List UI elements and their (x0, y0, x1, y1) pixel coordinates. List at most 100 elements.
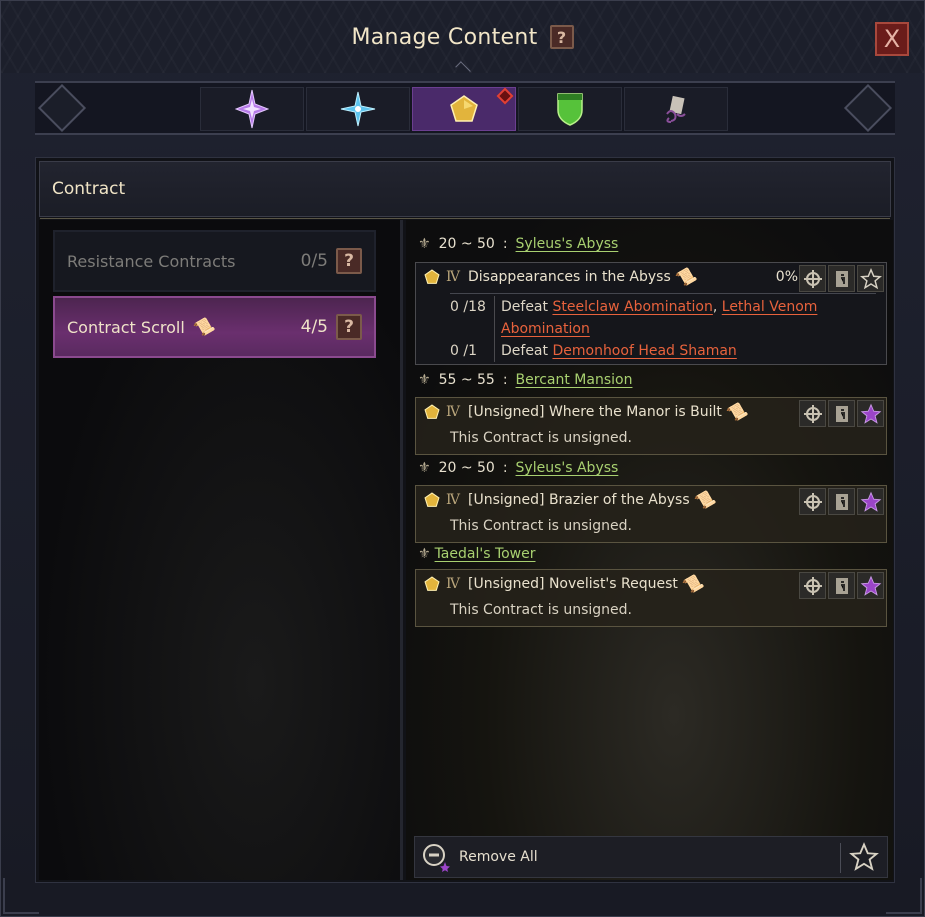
target-link[interactable]: Abomination (501, 321, 590, 337)
locate-button[interactable] (799, 488, 826, 515)
group-header: ⚜ 55 ~ 55 : Bercant Mansion (418, 372, 633, 388)
contract-note: This Contract is unsigned. (450, 602, 633, 618)
new-badge-icon (496, 87, 514, 105)
zone-link[interactable]: Taedal's Tower (435, 546, 536, 562)
contract-note: This Contract is unsigned. (450, 430, 633, 446)
objective-row: 0 /18 Defeat Steelclaw Abomination, Leth… (416, 296, 886, 340)
favorites-filter-button[interactable] (849, 842, 879, 876)
rank-numeral: Ⅳ (446, 404, 460, 420)
group-header: ⚜ 20 ~ 50 : Syleus's Abyss (418, 460, 619, 476)
completion-percent: 0% (775, 269, 798, 285)
level-range: 20 ~ 50 (438, 460, 495, 476)
contract-info-button[interactable] (828, 488, 855, 515)
tab-contracts[interactable] (412, 87, 516, 131)
blue-star-icon (340, 91, 376, 127)
frame-corner-ornament (3, 878, 39, 914)
objective-verb: Defeat (501, 343, 549, 359)
zone-link[interactable]: Syleus's Abyss (516, 460, 619, 476)
contract-info-button[interactable] (828, 572, 855, 599)
category-resistance-contracts[interactable]: Resistance Contracts 0/5 ? (53, 230, 376, 292)
contract-title: [Unsigned] Where the Manor is Built (468, 404, 722, 420)
content-frame: Contract Resistance Contracts 0/5 ? Cont… (35, 157, 895, 883)
crosshair-icon (803, 576, 822, 595)
target-link[interactable]: Demonhoof Head Shaman (552, 343, 736, 359)
category-count: 4/5 (300, 317, 328, 337)
gold-pentagon-icon (424, 576, 440, 591)
contract-title: [Unsigned] Brazier of the Abyss (468, 492, 690, 508)
locate-button[interactable] (799, 265, 826, 292)
contract-info-button[interactable] (828, 265, 855, 292)
window-title: Manage Content (351, 24, 538, 50)
tab-blue-star[interactable] (306, 87, 410, 131)
gold-pentagon-icon (424, 269, 440, 284)
close-icon: X (883, 25, 901, 53)
help-button[interactable]: ? (549, 25, 574, 49)
crosshair-icon (803, 269, 822, 288)
locate-button[interactable] (799, 400, 826, 427)
category-contract-scroll[interactable]: Contract Scroll 📜 4/5 ? (53, 296, 376, 358)
contract-title: [Unsigned] Novelist's Request (468, 576, 678, 592)
level-range: 20 ~ 50 (438, 236, 495, 252)
tabstrip-right-ornament (843, 83, 893, 133)
gold-pentagon-icon (450, 95, 478, 122)
contract-note: This Contract is unsigned. (450, 518, 633, 534)
group-header: ⚜ 20 ~ 50 : Syleus's Abyss (418, 236, 619, 252)
target-link[interactable]: Lethal Venom (722, 299, 818, 315)
scroll-info-icon (835, 405, 848, 422)
level-range: 55 ~ 55 (438, 372, 495, 388)
category-count: 0/5 (300, 251, 328, 271)
fleur-icon: ⚜ (418, 372, 431, 388)
zone-link[interactable]: Syleus's Abyss (516, 236, 619, 252)
favorite-toggle[interactable] (857, 400, 884, 427)
contract-info-button[interactable] (828, 400, 855, 427)
favorite-toggle[interactable] (857, 265, 884, 292)
category-label: Resistance Contracts (67, 251, 236, 271)
scroll-icon: 📜 (191, 314, 217, 340)
tab-purple-star[interactable] (200, 87, 304, 131)
close-button[interactable]: X (875, 22, 909, 56)
contract-card[interactable]: Ⅳ [Unsigned] Where the Manor is Built 📜 (415, 397, 887, 455)
star-filled-icon (860, 403, 881, 424)
group-header: ⚜ Taedal's Tower (418, 546, 536, 562)
scroll-creature-icon (666, 95, 686, 123)
rank-numeral: Ⅳ (446, 576, 460, 592)
gold-pentagon-icon (424, 404, 440, 419)
star-outline-icon (859, 267, 882, 289)
rank-numeral: Ⅳ (446, 492, 460, 508)
category-tab-strip (35, 81, 895, 135)
contract-card[interactable]: Ⅳ [Unsigned] Novelist's Request 📜 This C… (415, 569, 887, 627)
manage-content-window: Manage Content ? X Contract Resistance C… (0, 0, 925, 917)
scroll-icon: 📜 (673, 264, 699, 290)
scroll-icon: 📜 (724, 399, 750, 425)
category-help-button[interactable]: ? (336, 248, 362, 274)
tabstrip-left-ornament (37, 83, 87, 133)
scroll-icon: 📜 (680, 571, 706, 597)
purple-star-icon (235, 89, 269, 129)
favorite-toggle[interactable] (857, 488, 884, 515)
category-help-button[interactable]: ? (336, 314, 362, 340)
list-footer: Remove All (414, 836, 888, 878)
crosshair-icon (803, 404, 822, 423)
target-link[interactable]: Steelclaw Abomination (552, 299, 712, 315)
fleur-icon: ⚜ (418, 460, 431, 476)
tab-scroll-creature[interactable] (624, 87, 728, 131)
zone-link[interactable]: Bercant Mansion (516, 372, 633, 388)
favorite-toggle[interactable] (857, 572, 884, 599)
contract-card[interactable]: Ⅳ Disappearances in the Abyss 📜 0% 0 /18… (415, 262, 887, 365)
contract-card[interactable]: Ⅳ [Unsigned] Brazier of the Abyss 📜 This… (415, 485, 887, 543)
section-header: Contract (39, 161, 891, 219)
locate-button[interactable] (799, 572, 826, 599)
tab-green-shield[interactable] (518, 87, 622, 131)
objective-row: 0 /1 Defeat Demonhoof Head Shaman (416, 340, 886, 362)
remove-all-icon[interactable] (421, 842, 451, 872)
scroll-info-icon (835, 270, 848, 287)
category-label: Contract Scroll (67, 317, 185, 337)
star-filled-icon (860, 575, 881, 596)
scroll-info-icon (835, 577, 848, 594)
scroll-icon: 📜 (692, 487, 718, 513)
star-filled-icon (860, 491, 881, 512)
objective-progress: 0 /18 (450, 299, 486, 315)
star-outline-icon (849, 842, 879, 871)
remove-all-button[interactable]: Remove All (459, 849, 538, 865)
contract-title: Disappearances in the Abyss (468, 269, 671, 285)
